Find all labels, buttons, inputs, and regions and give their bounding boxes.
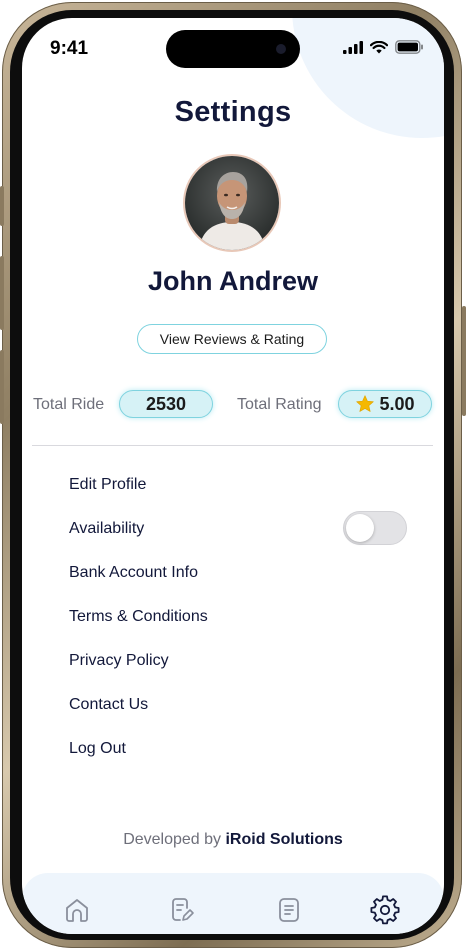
avatar[interactable] — [183, 154, 281, 252]
tab-requests[interactable] — [167, 895, 197, 925]
menu-item-terms-conditions[interactable]: Terms & Conditions — [69, 607, 208, 627]
screen: 9:41 Settings John Andrew View Reviews &… — [22, 18, 444, 934]
menu-item-edit-profile[interactable]: Edit Profile — [69, 475, 146, 495]
status-icons — [343, 40, 424, 54]
avatar-portrait — [185, 156, 279, 250]
menu-item-bank-account-info[interactable]: Bank Account Info — [69, 563, 198, 583]
tab-home[interactable] — [62, 895, 92, 925]
status-bar: 9:41 — [22, 18, 444, 78]
total-ride-badge: 2530 — [119, 390, 213, 418]
page-title: Settings — [174, 96, 292, 128]
profile-name: John Andrew — [147, 266, 318, 296]
company-name: iRoid Solutions — [225, 831, 343, 848]
menu-item-privacy-policy[interactable]: Privacy Policy — [69, 651, 169, 671]
signal-icon — [343, 40, 363, 54]
menu-item-contact-us[interactable]: Contact Us — [69, 695, 148, 715]
power-button — [462, 306, 466, 416]
battery-icon — [395, 40, 423, 54]
total-rating-value: 5.00 — [379, 393, 415, 414]
tab-bar — [22, 873, 444, 934]
tab-history[interactable] — [274, 895, 304, 925]
status-time: 9:41 — [50, 38, 89, 59]
toggle-knob — [346, 514, 374, 542]
volume-up-button — [0, 256, 4, 330]
view-reviews-button[interactable]: View Reviews & Rating — [137, 324, 327, 354]
tab-settings[interactable] — [370, 895, 400, 925]
developed-by-label: Developed by — [123, 831, 222, 848]
wifi-icon — [370, 40, 388, 53]
gear-icon — [370, 895, 400, 925]
divider — [32, 445, 433, 446]
home-icon — [66, 899, 88, 922]
total-ride-value: 2530 — [145, 393, 187, 414]
volume-down-button — [0, 350, 4, 424]
dynamic-island — [166, 30, 300, 68]
camera-icon — [276, 44, 286, 54]
total-rating-badge: 5.00 — [338, 390, 432, 418]
edit-document-icon — [172, 898, 194, 921]
total-ride-label: Total Ride — [33, 396, 105, 413]
developer-credit: Developed by iRoid Solutions — [22, 831, 444, 849]
list-document-icon — [279, 898, 299, 922]
total-rating-label: Total Rating — [237, 396, 322, 413]
star-icon — [356, 395, 375, 412]
action-button — [0, 186, 4, 226]
menu-item-log-out[interactable]: Log Out — [69, 739, 126, 759]
availability-toggle[interactable] — [343, 511, 407, 545]
menu-item-availability: Availability — [69, 520, 145, 537]
